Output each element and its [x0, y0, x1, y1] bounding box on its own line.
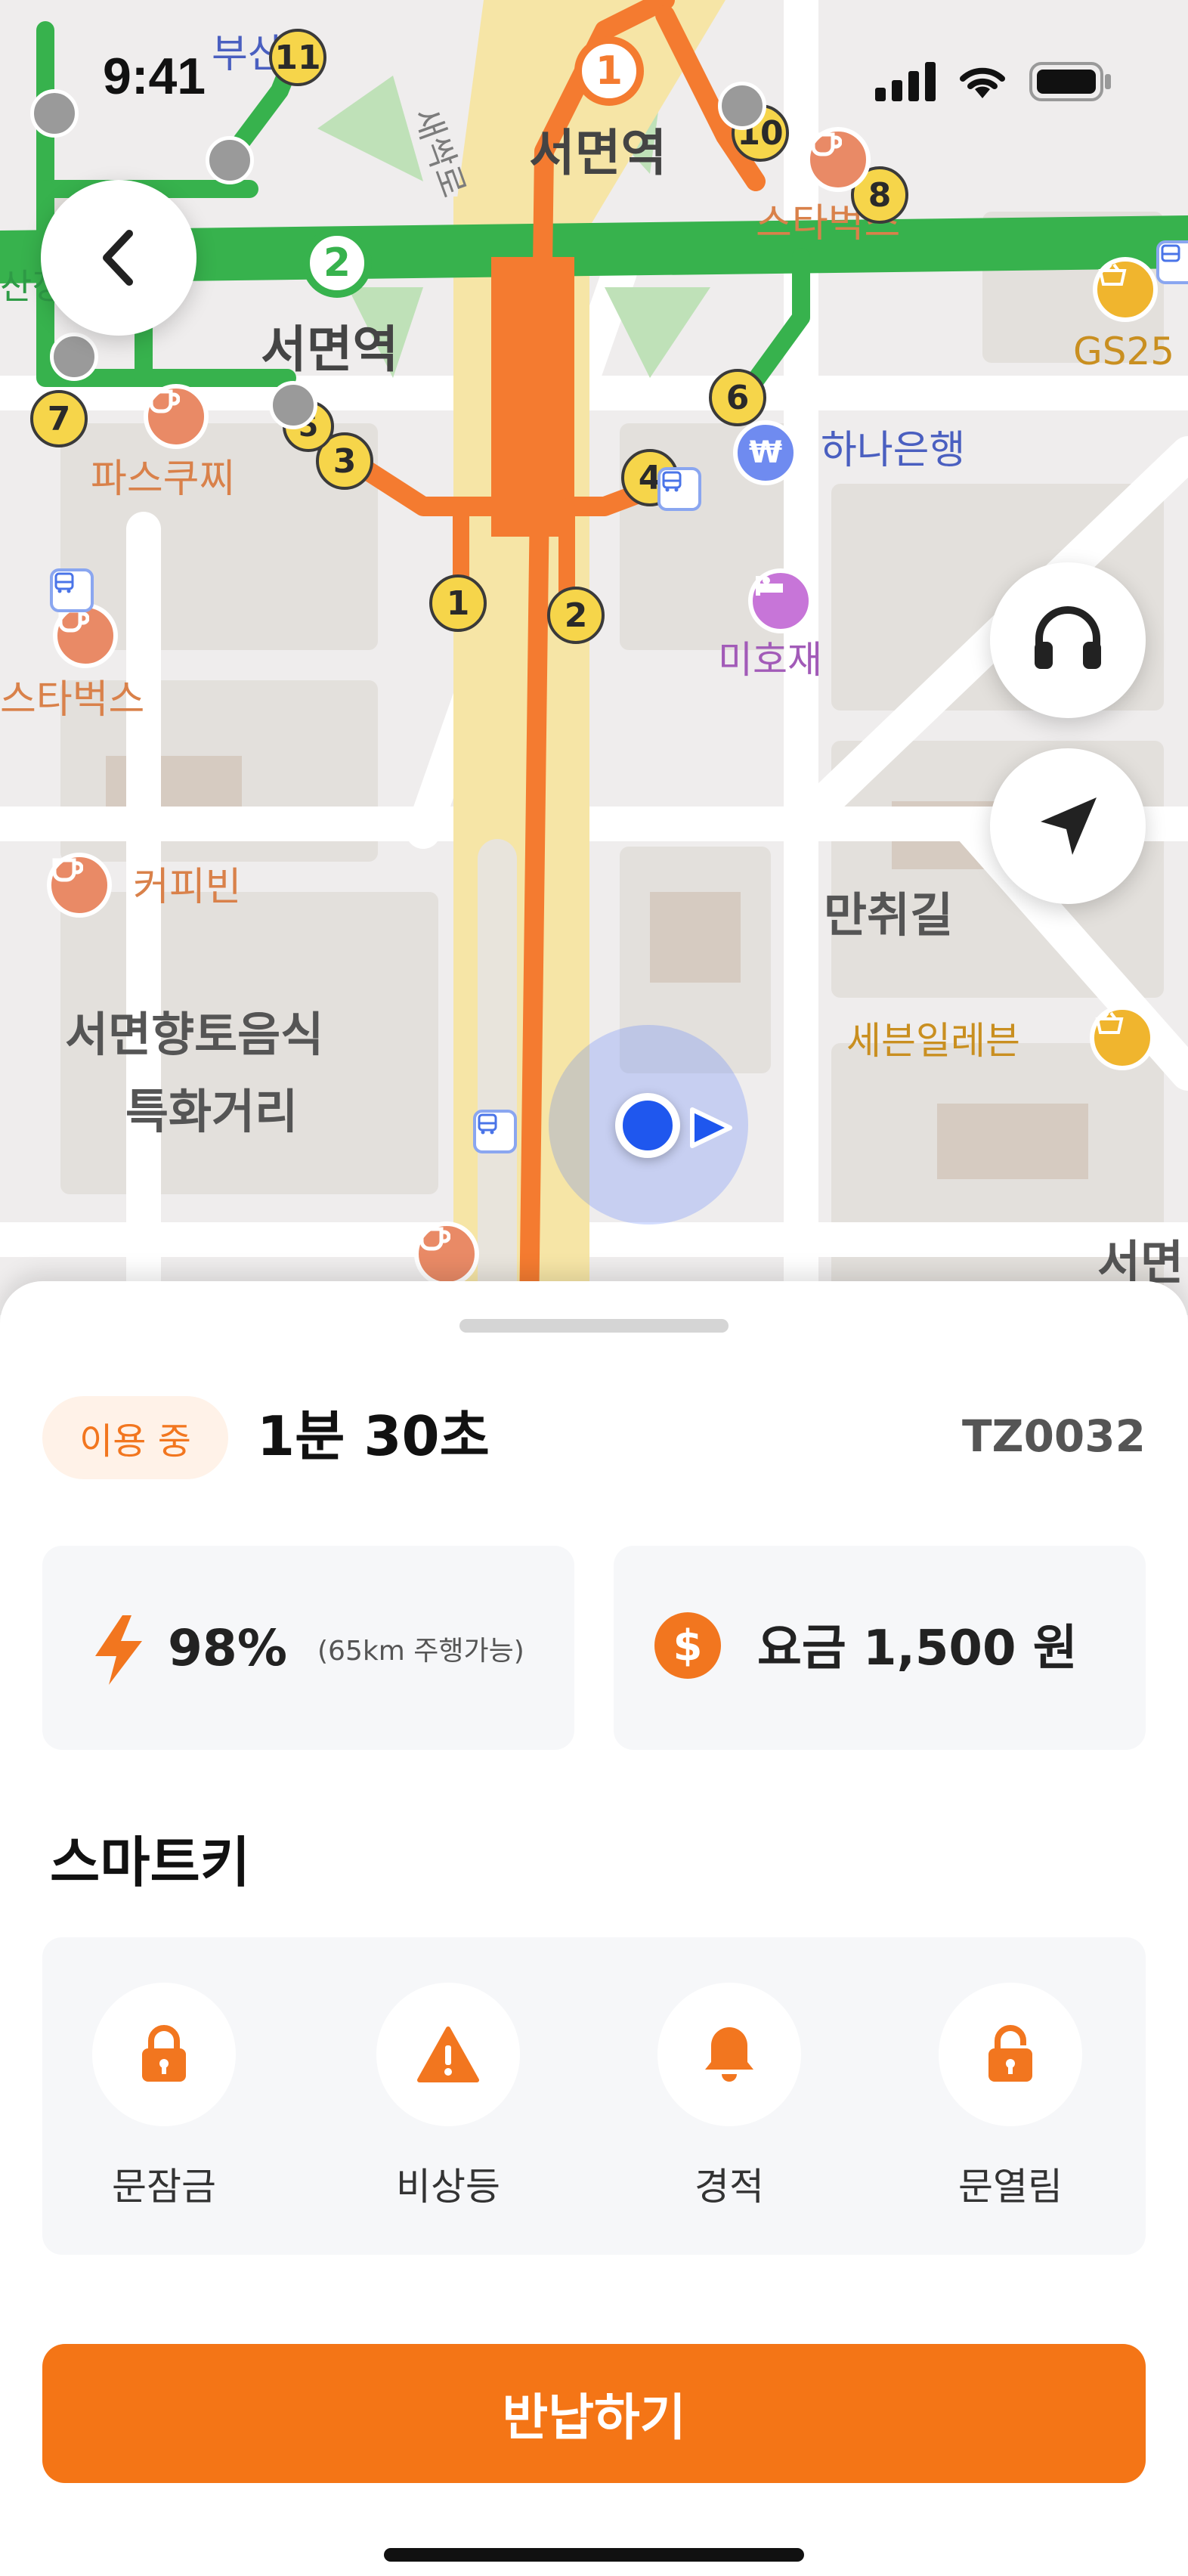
- hotel-icon[interactable]: [748, 568, 813, 633]
- battery-range: (65km 주행가능): [317, 1636, 524, 1667]
- hazard-light-circle[interactable]: [376, 1983, 520, 2126]
- bus-stop-icon[interactable]: [1156, 240, 1188, 284]
- ride-bottom-sheet: 이용 중 1분 30초 TZ0032 98% (65km 주행가능) $ 요금 …: [0, 1281, 1188, 2576]
- battery-card: 98% (65km 주행가능): [42, 1546, 574, 1750]
- elapsed-time: 1분 30초: [257, 1404, 490, 1468]
- store-icon[interactable]: [1093, 257, 1158, 322]
- unlock-icon: [988, 2025, 1032, 2082]
- lock-icon: [142, 2025, 186, 2082]
- door-lock-button[interactable]: 문잠금: [92, 1983, 236, 2211]
- map-label-starbucks-left: 스타벅스: [0, 677, 145, 723]
- door-unlock-label: 문열림: [958, 2165, 1063, 2209]
- locate-button[interactable]: [990, 748, 1146, 904]
- smartkey-title: 스마트키: [50, 1831, 250, 1894]
- map-label-mihojae: 미호재: [718, 638, 822, 682]
- cafe-icon[interactable]: [144, 384, 209, 449]
- door-unlock-button[interactable]: 문열림: [939, 1983, 1082, 2211]
- map-label-food-street-1: 서면향토음식: [65, 1007, 324, 1062]
- exit-number: 7: [30, 390, 88, 447]
- map-label-manchwigil: 만취길: [824, 887, 954, 943]
- cafe-icon[interactable]: [53, 603, 118, 668]
- vehicle-id: TZ0032: [961, 1410, 1146, 1462]
- map-label-hana-bank: 하나은행: [821, 428, 966, 473]
- exit-number: 1: [429, 574, 487, 632]
- map-label-food-street-2: 특화거리: [125, 1084, 299, 1139]
- headset-icon: [1035, 606, 1101, 669]
- return-button[interactable]: 반납하기: [42, 2344, 1146, 2483]
- wifi-icon: [960, 67, 1005, 98]
- hazard-light-button[interactable]: 비상등: [376, 1983, 520, 2211]
- support-button[interactable]: [990, 562, 1146, 718]
- smartkey-panel: 문잠금 비상등 경적 문열림: [42, 1937, 1146, 2255]
- battery-status-icon: [1029, 62, 1111, 101]
- cellular-signal-icon: [875, 62, 936, 101]
- map-label-seomyeon-partial: 서면: [1097, 1235, 1184, 1290]
- subway-line2-badge: 2: [302, 228, 372, 298]
- cafe-icon[interactable]: [414, 1221, 479, 1286]
- hazard-light-label: 비상등: [396, 2165, 500, 2209]
- map-label-station-left: 서면역: [261, 320, 399, 379]
- door-lock-label: 문잠금: [112, 2165, 216, 2209]
- status-bar: 9:41: [0, 0, 1188, 151]
- station-exit-icon: [50, 333, 98, 381]
- horn-button[interactable]: 경적: [657, 1983, 801, 2211]
- warning-icon: [417, 2026, 479, 2082]
- user-location-dot: [615, 1093, 680, 1158]
- status-time: 9:41: [103, 48, 206, 105]
- battery-percent: 98%: [168, 1619, 287, 1677]
- bus-stop-icon[interactable]: [473, 1110, 517, 1153]
- station-exit-icon: [269, 381, 317, 429]
- map-label-paskucci: 파스쿠찌: [91, 457, 236, 502]
- exit-number: 2: [547, 587, 605, 644]
- lightning-icon: [95, 1615, 142, 1685]
- chevron-left-icon: [103, 230, 133, 286]
- fare-amount: 요금 1,500 원: [757, 1621, 1078, 1677]
- cafe-icon[interactable]: [47, 853, 112, 918]
- horn-circle[interactable]: [657, 1983, 801, 2126]
- store-icon[interactable]: [1090, 1005, 1155, 1070]
- sheet-drag-handle[interactable]: [459, 1319, 729, 1333]
- ride-status-badge: 이용 중: [42, 1396, 228, 1479]
- door-unlock-circle[interactable]: [939, 1983, 1082, 2126]
- map-label-seven-eleven: 세븐일레븐: [846, 1019, 1020, 1063]
- navigation-arrow-icon: [1041, 797, 1097, 855]
- horn-label: 경적: [695, 2165, 764, 2209]
- exit-number: 6: [709, 369, 766, 426]
- door-lock-circle[interactable]: [92, 1983, 236, 2126]
- bank-icon[interactable]: ₩: [733, 420, 798, 485]
- home-indicator: [384, 2548, 804, 2562]
- map-label-gs25: GS25: [1073, 330, 1175, 373]
- heading-arrow-icon: [690, 1107, 732, 1148]
- dollar-icon: $: [654, 1612, 721, 1679]
- map-label-coffeebean: 커피빈: [133, 865, 242, 910]
- fare-card: $ 요금 1,500 원: [614, 1546, 1146, 1750]
- back-button[interactable]: [41, 180, 196, 336]
- bus-stop-icon[interactable]: [50, 568, 94, 612]
- bus-stop-icon[interactable]: [657, 467, 701, 511]
- bell-icon: [705, 2027, 753, 2082]
